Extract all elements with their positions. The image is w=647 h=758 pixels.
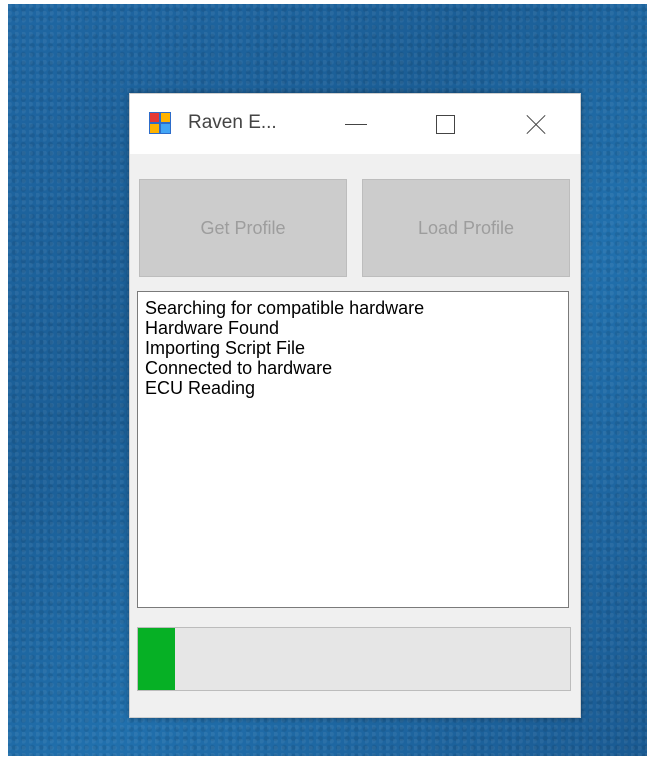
get-profile-label: Get Profile: [200, 217, 286, 238]
get-profile-button[interactable]: Get Profile: [139, 179, 347, 277]
maximize-button[interactable]: [415, 102, 475, 146]
log-line: Searching for compatible hardware: [145, 298, 425, 318]
log-line: Connected to hardware: [145, 358, 333, 378]
progress-bar: [137, 627, 571, 691]
app-window: Raven E... Get Profile Load Profile Sear…: [129, 93, 581, 718]
load-profile-label: Load Profile: [417, 217, 515, 238]
log-line: ECU Reading: [145, 378, 256, 398]
log-line: Hardware Found: [145, 318, 280, 338]
close-button[interactable]: [506, 102, 566, 146]
progress-bar-fill: [138, 628, 175, 690]
close-icon: [525, 113, 547, 135]
app-window-icon: [149, 112, 171, 134]
minimize-icon: [345, 123, 367, 125]
load-profile-button[interactable]: Load Profile: [362, 179, 570, 277]
window-title: Raven E...: [188, 112, 277, 133]
log-line: Importing Script File: [145, 338, 306, 358]
log-textbox[interactable]: Searching for compatible hardware Hardwa…: [137, 291, 569, 608]
minimize-button[interactable]: [326, 102, 386, 146]
maximize-icon: [435, 114, 455, 134]
title-bar[interactable]: Raven E...: [130, 94, 580, 154]
